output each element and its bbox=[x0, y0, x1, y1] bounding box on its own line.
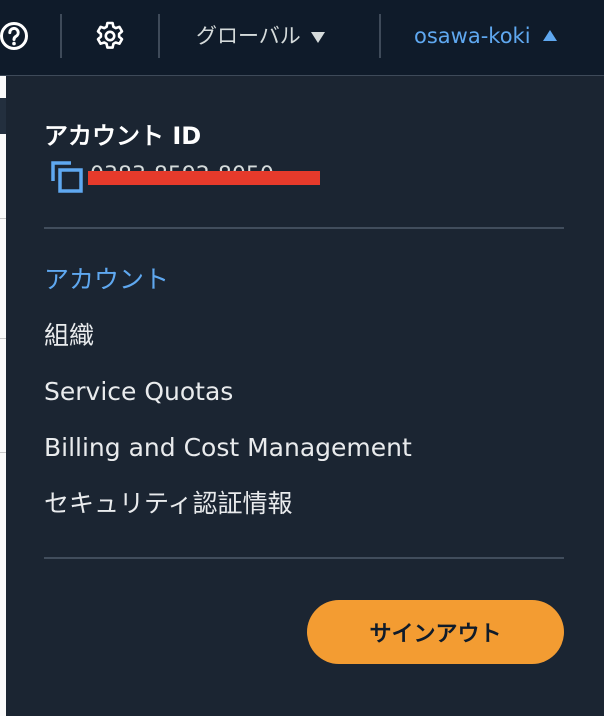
menu-item-service-quotas[interactable]: Service Quotas bbox=[44, 376, 233, 408]
username-label: osawa-koki bbox=[414, 24, 531, 48]
caret-up-icon bbox=[542, 29, 557, 41]
question-circle-icon[interactable] bbox=[0, 20, 30, 52]
sign-out-button[interactable]: サインアウト bbox=[307, 600, 564, 664]
gear-icon[interactable] bbox=[94, 20, 126, 52]
caret-down-icon bbox=[310, 31, 325, 43]
divider bbox=[44, 227, 564, 229]
redaction-mark bbox=[88, 171, 320, 185]
region-selector[interactable]: グローバル bbox=[196, 22, 325, 50]
menu-item-billing[interactable]: Billing and Cost Management bbox=[44, 432, 412, 464]
copy-icon[interactable] bbox=[50, 160, 84, 194]
menu-item-account[interactable]: アカウント bbox=[44, 264, 169, 296]
menu-item-security-credentials[interactable]: セキュリティ認証情報 bbox=[44, 488, 293, 520]
account-dropdown-panel: アカウント ID 0383-8592-8050 アカウント 組織 Service… bbox=[6, 76, 604, 716]
toolbar-separator bbox=[158, 14, 160, 58]
toolbar-separator bbox=[379, 14, 381, 58]
divider bbox=[44, 557, 564, 559]
menu-item-organization[interactable]: 組織 bbox=[44, 320, 94, 352]
top-navigation-bar: グローバル osawa-koki bbox=[0, 0, 604, 76]
account-id-heading: アカウント ID bbox=[44, 122, 202, 150]
region-label: グローバル bbox=[196, 24, 301, 48]
account-menu-button[interactable]: osawa-koki bbox=[414, 22, 557, 50]
toolbar-separator bbox=[60, 14, 62, 58]
